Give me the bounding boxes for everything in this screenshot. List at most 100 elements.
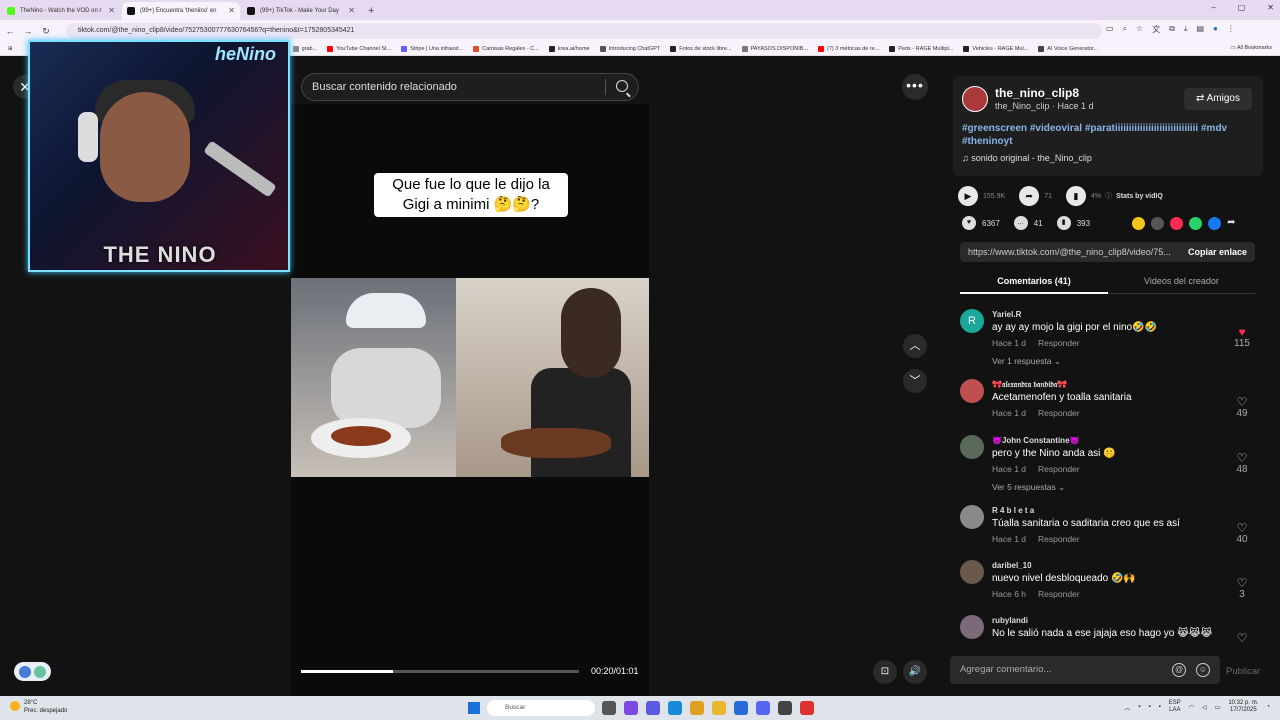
apps-icon[interactable]: ⊞: [8, 46, 13, 52]
new-tab-button[interactable]: +: [368, 2, 374, 20]
profile-icon[interactable]: ●: [1213, 24, 1218, 35]
commenter-avatar[interactable]: [960, 615, 984, 639]
commenter-username[interactable]: rubylandi: [992, 616, 1028, 625]
download-icon[interactable]: ⤓: [1184, 24, 1188, 35]
sidebar-icon[interactable]: ▤: [1196, 24, 1204, 35]
bookmark-item[interactable]: Vehicles - RAGE Mul...: [963, 45, 1028, 52]
bookmark-item[interactable]: Peds - RAGE Multipl...: [889, 45, 953, 52]
reload-icon[interactable]: ↻: [38, 26, 54, 37]
comment-input[interactable]: Agregar comentario... @ ☺: [950, 656, 1220, 684]
copy-link-button[interactable]: Copiar enlace: [1181, 242, 1247, 262]
bookmark-item[interactable]: Stripe | Una infraest...: [401, 45, 463, 52]
commenter-avatar[interactable]: [960, 379, 984, 403]
commenter-username[interactable]: daribel_10: [992, 561, 1032, 570]
bookmark-icon[interactable]: ▮: [1056, 216, 1071, 230]
bookmark-item[interactable]: Camisas Regales - C...: [473, 45, 539, 52]
coin-icon[interactable]: [1132, 216, 1146, 230]
task-view-icon[interactable]: [602, 701, 616, 715]
app-icon[interactable]: [778, 701, 792, 715]
send-icon[interactable]: [1170, 216, 1184, 230]
heart-icon[interactable]: ♥: [962, 216, 976, 230]
weather-widget[interactable]: 28°C Prec. despejado: [10, 699, 67, 715]
bookmark-item[interactable]: Fotos de stock libre...: [670, 45, 732, 52]
video-hashtags[interactable]: #greenscreen #videoviral #paratiiiiiiiii…: [962, 122, 1252, 148]
floating-extension-widget[interactable]: [14, 662, 51, 681]
comment-like-icon[interactable]: ♡: [1232, 395, 1252, 409]
bookmark-item[interactable]: grab...: [292, 45, 317, 52]
author-avatar[interactable]: [962, 86, 988, 112]
commenter-username[interactable]: R 4 b l e t a: [992, 506, 1034, 515]
zoom-icon[interactable]: ⌕: [1123, 24, 1127, 35]
minimize-icon[interactable]: –: [1211, 3, 1215, 12]
extensions-icon[interactable]: ⧉: [1169, 24, 1175, 35]
browser-tab-3[interactable]: (99+) TikTok - Make Your Day ✕: [242, 2, 360, 20]
bookmark-item[interactable]: Introducing ChatGPT: [599, 45, 660, 52]
reply-button[interactable]: Responder: [1038, 464, 1080, 474]
close-tab-icon[interactable]: ✕: [108, 6, 115, 15]
language-indicator[interactable]: ESP LAA: [1169, 700, 1181, 714]
commenter-username[interactable]: 👿John Constantine👿: [992, 436, 1079, 445]
maximize-icon[interactable]: ▢: [1238, 3, 1246, 12]
share-more-icon[interactable]: ➦: [1227, 217, 1240, 230]
tab-comments[interactable]: Comentarios (41): [960, 276, 1108, 286]
commenter-username[interactable]: 🎀𝔞𝔩𝔢𝔵𝔞𝔫𝔡𝔯𝔞 𝔟𝔞𝔫𝔡𝔦𝔡𝔞🎀: [992, 380, 1067, 390]
app-icon[interactable]: [800, 701, 814, 715]
star-icon[interactable]: ☆: [1136, 24, 1143, 35]
reply-button[interactable]: Responder: [1038, 534, 1080, 544]
comment-like-icon[interactable]: ♥: [1232, 325, 1252, 339]
comment-like-icon[interactable]: ♡: [1232, 631, 1252, 643]
windows-start-icon[interactable]: [468, 702, 480, 714]
info-icon[interactable]: ⓘ: [1105, 191, 1112, 201]
bookmark-item[interactable]: krea.ai/home: [548, 45, 590, 52]
browser-tab-1[interactable]: TheNino - Watch the VOD on r ✕: [2, 2, 120, 20]
clock[interactable]: 10:32 p. m. 17/7/2025: [1228, 700, 1258, 714]
commenter-avatar[interactable]: [960, 505, 984, 529]
back-icon[interactable]: ←: [2, 26, 18, 36]
close-tab-icon[interactable]: ✕: [228, 6, 235, 15]
commenter-avatar[interactable]: [960, 435, 984, 459]
author-username[interactable]: the_nino_clip8: [995, 86, 1079, 100]
more-options-icon[interactable]: •••: [902, 74, 928, 100]
tab-creator-videos[interactable]: Videos del creador: [1108, 276, 1255, 286]
commenter-username[interactable]: Yariel.R: [992, 310, 1021, 319]
sound-link[interactable]: ♫ sonido original - the_Nino_clip: [962, 153, 1092, 163]
next-video-icon[interactable]: ﹀: [903, 369, 927, 393]
previous-video-icon[interactable]: ︿: [903, 334, 927, 358]
tray-app-icon[interactable]: ▪: [1159, 704, 1161, 710]
friends-button[interactable]: ⇄ Amigos: [1184, 88, 1252, 110]
tray-chevron-icon[interactable]: ︿: [1124, 703, 1130, 712]
view-replies-button[interactable]: Ver 1 respuesta ⌄: [992, 356, 1061, 367]
facebook-icon[interactable]: [1208, 216, 1222, 230]
comment-like-icon[interactable]: ♡: [1232, 451, 1252, 465]
comment-icon[interactable]: …: [1013, 216, 1028, 230]
bookmark-item[interactable]: PAYASOS DISPONIB...: [741, 45, 808, 52]
view-replies-button[interactable]: Ver 5 respuestas ⌄: [992, 482, 1065, 493]
mention-icon[interactable]: @: [1172, 663, 1186, 677]
discord-icon[interactable]: [756, 701, 770, 715]
video-link-box[interactable]: https://www.tiktok.com/@the_nino_clip8/v…: [960, 242, 1255, 262]
bookmark-item[interactable]: (7) 3 métricas de re...: [818, 45, 879, 52]
teams-icon[interactable]: [646, 701, 660, 715]
browser-tab-2[interactable]: (99+) Encuentra 'theniino' en ✕: [122, 2, 240, 20]
comment-like-icon[interactable]: ♡: [1232, 576, 1252, 590]
whatsapp-icon[interactable]: [1189, 216, 1203, 230]
embed-icon[interactable]: [1151, 216, 1165, 230]
speaker-icon[interactable]: ◁: [1202, 704, 1207, 711]
menu-icon[interactable]: ⋮: [1227, 24, 1235, 35]
extension-icon[interactable]: [34, 665, 47, 678]
translate-icon[interactable]: 文: [1152, 24, 1160, 35]
share-arrow-icon[interactable]: ➦: [1019, 186, 1040, 206]
reply-button[interactable]: Responder: [1038, 408, 1080, 418]
search-icon[interactable]: [616, 80, 628, 92]
chrome-icon[interactable]: [690, 701, 704, 715]
bar-chart-icon[interactable]: ▮: [1065, 186, 1086, 206]
outlook-icon[interactable]: [734, 701, 748, 715]
cast-icon[interactable]: ▭: [1106, 24, 1114, 35]
wifi-icon[interactable]: ◠: [1189, 704, 1194, 711]
tray-app-icon[interactable]: ▪: [1138, 704, 1140, 710]
publish-button[interactable]: Publicar: [1226, 666, 1260, 677]
bookmark-item[interactable]: YouTube Channel St...: [327, 45, 391, 52]
video-frame[interactable]: [291, 278, 649, 477]
emoji-icon[interactable]: ☺: [1196, 663, 1210, 677]
related-search-input[interactable]: Buscar contenido relacionado: [301, 73, 639, 101]
